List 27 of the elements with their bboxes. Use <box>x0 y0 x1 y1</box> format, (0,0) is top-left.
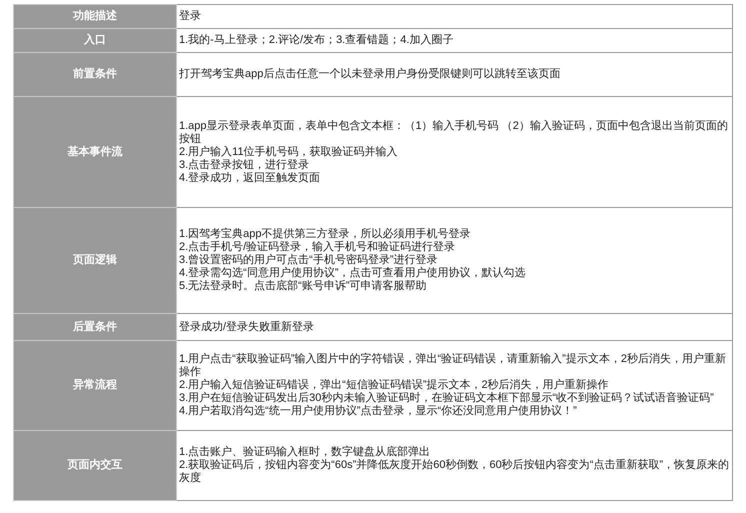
row-header: 功能描述 <box>73 10 117 22</box>
row-header: 页面逻辑 <box>73 254 117 266</box>
row-header: 基本事件流 <box>68 146 122 158</box>
row-header: 入口 <box>84 34 106 46</box>
row-header: 页面内交互 <box>68 459 122 471</box>
cell-text: 3.曾设置密码的用户可点击“手机号密码登录”进行登录 <box>179 254 438 266</box>
row-header: 异常流程 <box>73 379 117 391</box>
row-header: 前置条件 <box>73 68 117 80</box>
cell-text: 4.用户若取消勾选“统一用户使用协议”点击登录，显示“你还没同意用户使用协议！” <box>179 405 578 418</box>
cell-text: 3.点击登录按钮，进行登录 <box>179 158 310 172</box>
cell-text: 4.登录需勾选“同意用户使用协议”，点击可查看用户使用协议，默认勾选 <box>179 267 526 280</box>
cell-text: 2.用户输入短信验证码错误，弹出“短信验证码错误”提示文本，2秒后消失，用户重新操作 <box>179 379 610 392</box>
cell-text: 1.app显示登录表单页面，表单中包含文本框：（1）输入手机号码 （2）输入验证码，页面中包含退出当前页面的按钮 <box>179 120 729 146</box>
cell-text: 2.获取验证码后，按钮内容变为“60s”并降低灰度开始60秒倒数，60秒后按钮内容变为“点击重新获取”，恢复原来的灰度 <box>179 459 730 485</box>
cell-text: 1.因驾考宝典app不提供第三方登录，所以必须用手机号登录 <box>179 228 472 240</box>
cell-text: 4.登录成功，返回至触发页面 <box>179 172 322 184</box>
cell-text: 2.用户输入11位手机号码，获取验证码并输入 <box>179 146 399 158</box>
cell-text: 5.无法登录时。点击底部“账号申诉”可申请客服帮助 <box>179 280 428 293</box>
cell-text: 2.点击手机号/验证码登录，输入手机号和验证码进行登录 <box>179 241 456 254</box>
cell-text: 1.我的-马上登录；2.评论/发布；3.查看错题；4.加入圈子 <box>179 34 454 47</box>
cell-text: 1.点击账户、验证码输入框时，数字键盘从底部弹出 <box>179 446 432 458</box>
cell-text: 3.用户在短信验证码发出后30秒内未输入验证码时，在验证码文本框下部显示“收不到验证码？试试语音验证码” <box>179 392 715 404</box>
cell-text: 打开驾考宝典app后点击任意一个以未登录用户身份受限键则可以跳转至该页面 <box>179 68 562 81</box>
cell-text: 登录成功/登录失败重新登录 <box>179 320 316 334</box>
cell-text: 登录 <box>179 10 202 23</box>
cell-text: 1.用户点击“获取验证码”输入图片中的字符错误，弹出“验证码错误，请重新输入”提示文本，2秒后消失，用户重新操作 <box>179 353 727 378</box>
row-header: 后置条件 <box>73 320 117 332</box>
